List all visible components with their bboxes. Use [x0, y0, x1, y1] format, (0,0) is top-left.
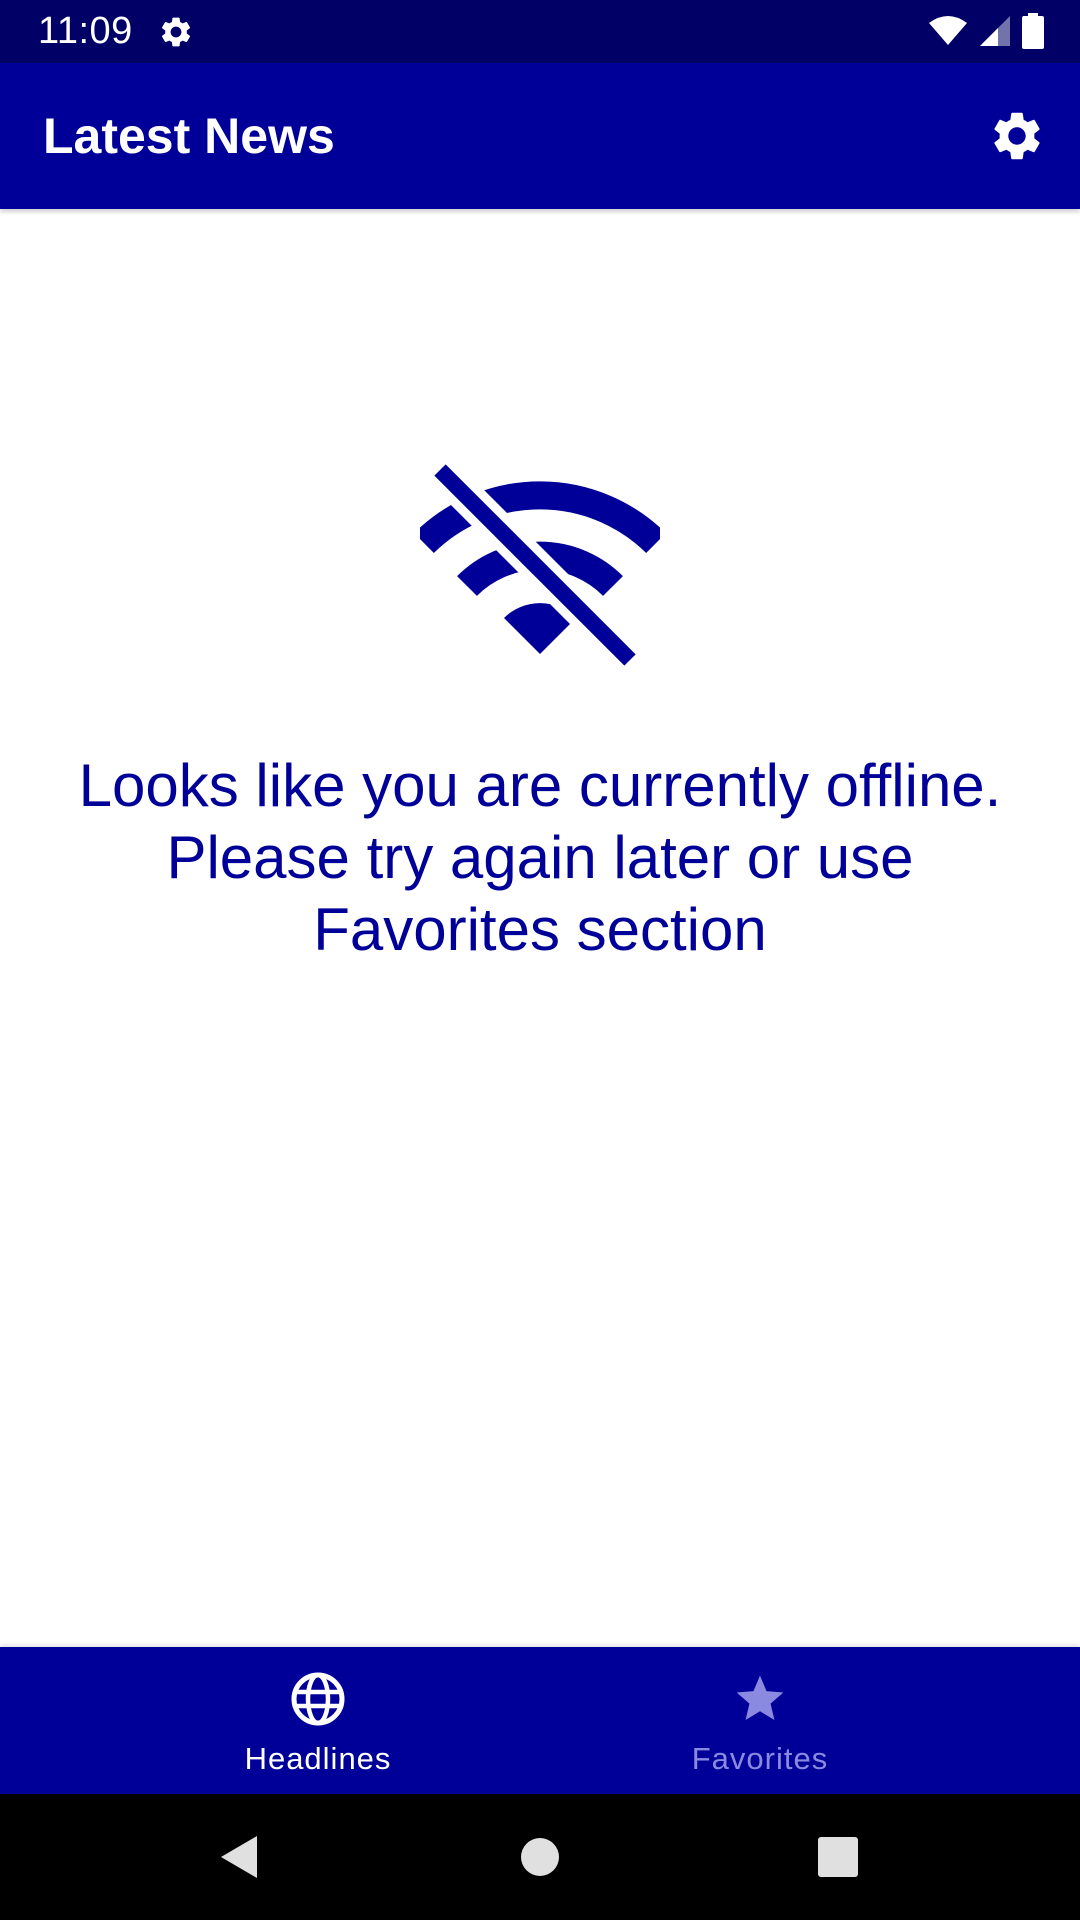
- nav-item-favorites[interactable]: Favorites: [610, 1647, 910, 1794]
- recents-icon: [818, 1837, 858, 1877]
- home-icon: [521, 1838, 559, 1876]
- wifi-off-icon: [420, 460, 660, 670]
- signal-icon: [980, 16, 1010, 46]
- star-icon: [736, 1675, 784, 1720]
- app-bar: Latest News: [0, 63, 1080, 209]
- globe-icon: [291, 1672, 345, 1726]
- recents-button[interactable]: [805, 1824, 871, 1890]
- gear-icon: [994, 112, 1040, 160]
- wifi-icon: [929, 16, 967, 45]
- status-bar: 11:09: [0, 0, 1080, 63]
- app-title: Latest News: [43, 108, 335, 164]
- home-button[interactable]: [507, 1824, 573, 1890]
- battery-icon: [1022, 13, 1044, 49]
- nav-label-favorites: Favorites: [691, 1741, 829, 1776]
- back-icon: [221, 1836, 257, 1878]
- status-icons: [928, 12, 1044, 50]
- nav-label-headlines: Headlines: [244, 1741, 392, 1776]
- system-navigation-bar: [0, 1794, 1080, 1920]
- screen: 11:09 Latest News Looks like you are cur…: [0, 0, 1080, 1920]
- bottom-navigation: Headlines Favorites: [0, 1647, 1080, 1794]
- nav-item-headlines[interactable]: Headlines: [168, 1647, 468, 1794]
- offline-message: Looks like you are currently offline. Pl…: [78, 752, 1002, 963]
- back-button[interactable]: [206, 1824, 272, 1890]
- gear-icon: [161, 17, 191, 47]
- status-time: 11:09: [38, 10, 133, 52]
- settings-button[interactable]: [984, 103, 1050, 169]
